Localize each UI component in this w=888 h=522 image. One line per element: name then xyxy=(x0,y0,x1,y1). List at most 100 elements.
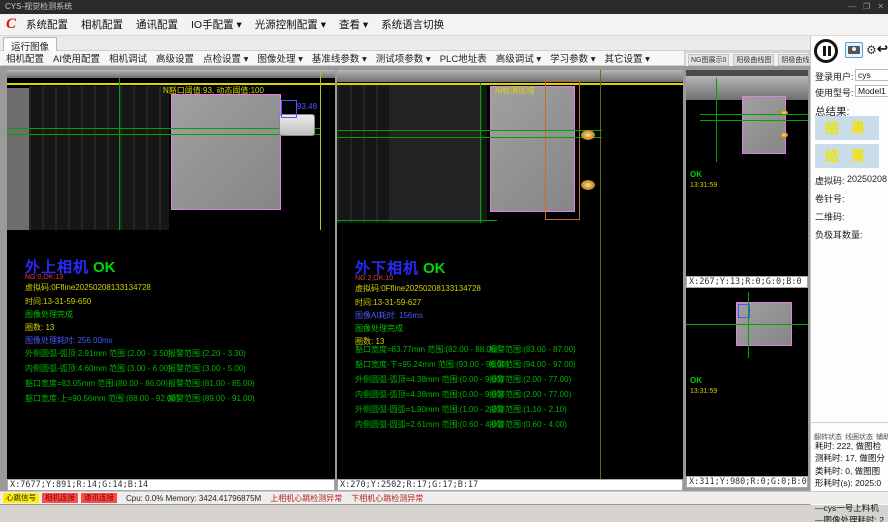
tool-plc-address[interactable]: PLC地址表 xyxy=(440,51,487,65)
roller-region xyxy=(29,86,169,230)
back-arrow-icon: ↩ xyxy=(877,41,888,56)
maximize-button[interactable]: ❐ xyxy=(863,0,870,14)
gear-icon: ⚙ xyxy=(866,43,877,57)
heartbeat-status-badge: 心跳信号 xyxy=(3,493,39,503)
comm-connection-badge: 通讯连接 xyxy=(81,493,117,503)
machine-column xyxy=(390,85,480,223)
window-title: CYS-视觉检测系统 xyxy=(5,2,72,11)
upper-camera-coords: X:7677;Y:891;R:14;G:14;B:14 xyxy=(7,479,335,491)
time-line: 时间:13-31-59-627 xyxy=(355,297,421,308)
model-value[interactable]: Model1 xyxy=(855,85,888,97)
machine-rail-texture xyxy=(7,70,335,78)
alarm-range: 报警范围:(81.00 - 85.00) xyxy=(168,378,255,389)
process-done-line: 图像处理完成 xyxy=(355,323,403,334)
aux-time-label: 13:31:59 xyxy=(690,182,717,189)
tool-test-params[interactable]: 测试项参数 ▾ xyxy=(376,51,431,65)
menu-io-config[interactable]: IO手配置 ▾ xyxy=(191,17,242,32)
tool-baseline-params[interactable]: 基准线参数 ▾ xyxy=(312,51,367,65)
aux-upper-viewport[interactable]: OK 13:31:59 xyxy=(686,70,808,276)
right-sidebar: ⚙ ↩ 登录用户: cys 使用型号: Model1 总结果: 结 果 结 果 … xyxy=(810,36,888,505)
needle-number-label: 卷针号: xyxy=(815,192,845,205)
sidebar-divider xyxy=(811,422,888,423)
measurement-row: 豁口宽度=83.05mm 范围:(80.00 - 86.00) xyxy=(25,378,168,389)
tool-image-processing[interactable]: 图像处理 ▾ xyxy=(257,51,302,65)
virtual-code-line: 虚拟码:0Ffline20250208133134728 xyxy=(25,282,151,293)
camera-counter: NG:0,OK:13 xyxy=(25,274,63,281)
measurement-row: 豁口宽度-上=90.56mm 范围:(88.00 - 92.00) xyxy=(25,393,179,404)
baseline-vertical-green xyxy=(716,78,717,162)
tool-camera-config[interactable]: 相机配置 xyxy=(6,51,44,65)
result-box-upper: 结 果 xyxy=(815,116,879,140)
menu-view[interactable]: 查看 ▾ xyxy=(339,17,368,32)
led-reflection xyxy=(780,110,788,116)
product-region xyxy=(171,94,281,210)
aux-lower-coords: X:311;Y:980;R:0;G:0;B:0 xyxy=(686,476,808,488)
settings-button[interactable]: ⚙ xyxy=(866,42,877,58)
toolbar: 相机配置 AI使用配置 相机调试 高级设置 点检设置 ▾ 图像处理 ▾ 基准线参… xyxy=(0,51,684,66)
measurement-row: 豁口宽度-下=95.24mm 范围:(93.00 - 98.00) xyxy=(355,359,509,370)
menu-language-switch[interactable]: 系统语言切换 xyxy=(381,17,444,32)
negative-tab-count-label: 负极耳数量: xyxy=(815,228,863,241)
baseline-vertical-green xyxy=(748,292,749,358)
alarm-range: 报警范围:(89.00 - 91.00) xyxy=(168,393,255,404)
aux-lower-viewport[interactable]: OK 13:31:59 xyxy=(686,288,808,476)
minimize-button[interactable]: — xyxy=(848,0,856,14)
model-label: 使用型号: xyxy=(815,86,854,99)
return-button[interactable]: ↩ xyxy=(877,40,888,58)
machine-rail-texture xyxy=(337,70,683,82)
tab-ng-display[interactable]: NG图展示0 xyxy=(688,54,729,66)
cpu-memory-readout: Cpu: 0.0% Memory: 3424.41796875M xyxy=(126,494,261,503)
led-reflection xyxy=(581,130,595,140)
measurement-row: 内侧圆弧-弧顶:4.60mm 范围:(3.00 - 6.00) xyxy=(25,363,171,374)
window-controls: — ❐ ✕ xyxy=(848,0,884,14)
camera-counter: NG:2,OK:10 xyxy=(355,275,393,282)
menu-comm-config[interactable]: 通讯配置 xyxy=(136,17,178,32)
menu-system-config[interactable]: 系统配置 xyxy=(26,17,68,32)
alarm-range: 报警范围:(1.10 - 2.10) xyxy=(489,404,567,415)
camera-status-ok: OK xyxy=(93,259,116,276)
measurement-row: 外侧圆弧-圆弧=1.90mm 范围:(1.00 - 2.20) xyxy=(355,404,503,415)
machine-frame-strip xyxy=(7,88,29,230)
pause-icon xyxy=(828,46,831,56)
tool-camera-debug[interactable]: 相机调试 xyxy=(109,51,147,65)
menu-camera-config[interactable]: 相机配置 xyxy=(81,17,123,32)
pause-button[interactable] xyxy=(814,39,838,63)
menu-light-config[interactable]: 光源控制配置 ▾ xyxy=(255,17,326,32)
tool-spot-check[interactable]: 点检设置 ▾ xyxy=(203,51,248,65)
app-window: CYS-视觉检测系统 — ❐ ✕ C 系统配置 相机配置 通讯配置 IO手配置 … xyxy=(0,0,888,522)
product-region xyxy=(742,96,786,154)
login-user-label: 登录用户: xyxy=(815,70,854,83)
menu-bar: C 系统配置 相机配置 通讯配置 IO手配置 ▾ 光源控制配置 ▾ 查看 ▾ 系… xyxy=(0,14,888,36)
tab-row: 运行图像 xyxy=(0,36,888,51)
timing-log-text: 耗时: 222, 做图检测耗时: 17, 做图分类耗时: 0, 做图图形耗时(s… xyxy=(815,440,885,522)
snapshot-button[interactable] xyxy=(845,42,863,58)
detect-box-blue xyxy=(738,304,750,318)
tab-anode-curve[interactable]: 阳极曲线图 xyxy=(733,54,774,66)
result-box-lower: 结 果 xyxy=(815,144,879,168)
aux-tab-row: NG图展示0 阳极曲线图 阴极曲线图 xyxy=(686,53,808,66)
tool-advanced-debug[interactable]: 高级调试 ▾ xyxy=(496,51,541,65)
overlay-measure-value: 93.48 xyxy=(297,102,317,111)
login-user-value[interactable]: cys xyxy=(855,69,888,81)
virtual-code-line: 虚拟码:0Ffline20250208133134728 xyxy=(355,283,481,294)
ai-time-line: 图像AI耗时: 156ms xyxy=(355,310,423,321)
alarm-range: 报警范围:(94.00 - 97.00) xyxy=(489,359,576,370)
time-line: 时间:13-31-59-650 xyxy=(25,296,91,307)
detect-box-blue xyxy=(281,100,297,118)
virtual-code-value: 20250208 xyxy=(847,174,887,184)
alarm-range: 报警范围:(2.20 - 3.30) xyxy=(168,348,246,359)
measure-line-green-1 xyxy=(337,130,602,131)
upper-camera-viewport[interactable]: 93.48 N豁口阈值:93, 动态阈值:100 外上相机OK NG:0,OK:… xyxy=(7,70,335,479)
tool-learning-params[interactable]: 学习参数 ▾ xyxy=(550,51,595,65)
close-button[interactable]: ✕ xyxy=(877,0,884,14)
tool-other-settings[interactable]: 其它设置 ▾ xyxy=(605,51,650,65)
process-time-line: 图像处理耗时: 256.00ms xyxy=(25,335,113,346)
pause-icon xyxy=(823,46,826,56)
baseline-vertical-green xyxy=(480,83,481,223)
tool-advanced-settings[interactable]: 高级设置 xyxy=(156,51,194,65)
alarm-range: 报警范围:(2.00 - 77.00) xyxy=(489,374,571,385)
led-reflection xyxy=(581,180,595,190)
measurement-row: 内侧圆弧-弧顶=4.38mm 范围:(0.00 - 9.00) xyxy=(355,389,503,400)
tool-ai-usage-config[interactable]: AI使用配置 xyxy=(53,51,100,65)
lower-camera-viewport[interactable]: AI检测区域 外下相机OK NG:2,OK:10 虚拟码:0Ffline2025… xyxy=(337,70,683,479)
